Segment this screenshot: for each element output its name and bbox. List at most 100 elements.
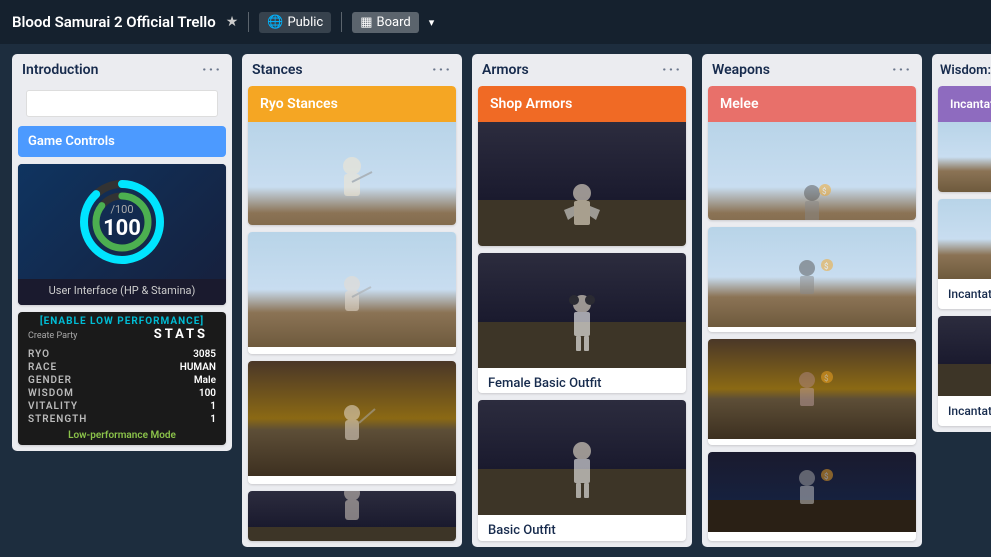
ui-visual: /100 100 xyxy=(18,164,226,279)
card-basic-outfit[interactable]: Basic Outfit xyxy=(478,400,686,541)
card-incantation-ko[interactable]: Incantation: Ko... xyxy=(938,316,991,426)
card-incantations[interactable]: Incantation`s: xyxy=(938,86,991,192)
ryo-stances-image xyxy=(248,122,456,225)
column-title-wisdom: Wisdom: Cast & P... xyxy=(940,63,991,78)
board-dropdown-icon[interactable]: ▾ xyxy=(429,16,435,29)
female-outfit-image xyxy=(478,253,686,368)
spear-label: Spear xyxy=(708,327,916,332)
stance-partial-image xyxy=(248,491,456,541)
column-title-weapons: Weapons xyxy=(712,62,770,78)
melee-label: Melee xyxy=(708,86,916,122)
stats-enable-label: [ENABLE LOW PERFORMANCE] xyxy=(18,312,226,327)
card-melee[interactable]: Melee $ xyxy=(708,86,916,220)
column-cards-wisdom: Incantation`s: Incantation: Ch... Incant… xyxy=(932,86,991,432)
dual-katana-label: Dual Katana xyxy=(708,532,916,541)
column-cards-weapons: Melee $ xyxy=(702,86,922,547)
incantation-ko-label: Incantation: Ko... xyxy=(938,396,991,426)
basic-outfit-image xyxy=(478,400,686,515)
column-introduction: Introduction ··· Game Controls xyxy=(12,54,232,451)
column-title-introduction: Introduction xyxy=(22,62,98,78)
svg-text:$: $ xyxy=(824,262,829,271)
hp-stamina-circle: /100 100 xyxy=(77,177,167,267)
column-title-armors: Armors xyxy=(482,62,529,78)
column-header-stances: Stances ··· xyxy=(242,54,462,86)
board-icon: ▦ xyxy=(360,15,372,30)
board-view-button[interactable]: ▦ Board xyxy=(352,12,419,33)
melee-image: $ xyxy=(708,122,916,220)
incantation-ko-image xyxy=(938,316,991,396)
column-menu-stances[interactable]: ··· xyxy=(432,62,452,78)
stats-title-label: STATS xyxy=(146,327,216,346)
svg-text:$: $ xyxy=(824,374,829,383)
column-menu-introduction[interactable]: ··· xyxy=(202,62,222,78)
card-game-controls[interactable]: Game Controls xyxy=(18,126,226,157)
header-separator xyxy=(248,12,249,32)
stats-row-ryo: RYO 3085 xyxy=(18,348,226,361)
create-party-label: Create Party xyxy=(28,331,77,341)
card-offensive-stance[interactable]: Offensive xyxy=(248,361,456,483)
stats-row-gender: GENDER Male xyxy=(18,374,226,387)
default-stance-image xyxy=(248,232,456,347)
stats-row-strength: STRENGTH 1 xyxy=(18,413,226,426)
header-separator-2 xyxy=(341,12,342,32)
column-menu-weapons[interactable]: ··· xyxy=(892,62,912,78)
card-dual-katana[interactable]: $ Dual Katana xyxy=(708,452,916,541)
ryo-stances-label: Ryo Stances xyxy=(248,86,456,122)
default-stance-label: Default xyxy=(248,347,456,354)
board-title: Blood Samurai 2 Official Trello xyxy=(12,13,216,31)
card-dual-daggers[interactable]: $ Dual Daggers xyxy=(708,339,916,444)
basic-outfit-label: Basic Outfit xyxy=(478,515,686,541)
incantation-ch-image xyxy=(938,199,991,279)
visibility-label: Public xyxy=(287,15,323,30)
column-cards-stances: Ryo Stances D xyxy=(242,86,462,547)
board-label: Board xyxy=(377,15,411,30)
card-shop-armors[interactable]: Shop Armors xyxy=(478,86,686,246)
globe-icon: 🌐 xyxy=(267,15,283,30)
column-header-armors: Armors ··· xyxy=(472,54,692,86)
card-spear[interactable]: $ Spear xyxy=(708,227,916,332)
column-header-introduction: Introduction ··· xyxy=(12,54,232,86)
column-weapons: Weapons ··· Melee $ xyxy=(702,54,922,547)
visibility-button[interactable]: 🌐 Public xyxy=(259,12,331,33)
circle-numbers: /100 100 xyxy=(103,203,141,241)
card-default-stance[interactable]: Default xyxy=(248,232,456,354)
column-wisdom: Wisdom: Cast & P... ··· Incantation`s: I… xyxy=(932,54,991,432)
board: Introduction ··· Game Controls xyxy=(0,44,991,557)
dual-daggers-image: $ xyxy=(708,339,916,439)
card-ryo-stances[interactable]: Ryo Stances xyxy=(248,86,456,225)
ui-card-label: User Interface (HP & Stamina) xyxy=(18,279,226,305)
spear-image: $ xyxy=(708,227,916,327)
stats-footer: Low-performance Mode xyxy=(18,426,226,445)
card-incantation-ch[interactable]: Incantation: Ch... xyxy=(938,199,991,309)
incantations-image xyxy=(938,122,991,192)
column-stances: Stances ··· Ryo Stances xyxy=(242,54,462,547)
offensive-stance-label: Offensive xyxy=(248,476,456,483)
stats-row-wisdom: WISDOM 100 xyxy=(18,387,226,400)
dual-daggers-label: Dual Daggers xyxy=(708,439,916,444)
column-menu-armors[interactable]: ··· xyxy=(662,62,682,78)
shop-armors-image xyxy=(478,122,686,246)
dual-katana-image: $ xyxy=(708,452,916,532)
svg-text:$: $ xyxy=(822,187,827,196)
female-outfit-label: Female Basic Outfit xyxy=(478,368,686,394)
card-ui-hpstamina[interactable]: /100 100 User Interface (HP & Stamina) xyxy=(18,164,226,305)
column-title-stances: Stances xyxy=(252,62,303,78)
incantation-ch-label: Incantation: Ch... xyxy=(938,279,991,309)
header: Blood Samurai 2 Official Trello ★ 🌐 Publ… xyxy=(0,0,991,44)
card-female-basic-outfit[interactable]: Female Basic Outfit xyxy=(478,253,686,394)
column-armors: Armors ··· Shop Armors xyxy=(472,54,692,547)
shop-armors-label: Shop Armors xyxy=(478,86,686,122)
star-icon[interactable]: ★ xyxy=(226,14,239,30)
column-header-weapons: Weapons ··· xyxy=(702,54,922,86)
offensive-stance-image xyxy=(248,361,456,476)
incantations-label: Incantation`s: xyxy=(938,86,991,122)
column-cards-introduction: Game Controls xyxy=(12,86,232,451)
stats-row-vitality: VITALITY 1 xyxy=(18,400,226,413)
svg-text:$: $ xyxy=(824,472,829,481)
column-cards-armors: Shop Armors xyxy=(472,86,692,547)
column-header-wisdom: Wisdom: Cast & P... ··· xyxy=(932,54,991,86)
search-input[interactable] xyxy=(26,90,218,117)
card-stats[interactable]: [ENABLE LOW PERFORMANCE] Create Party ST… xyxy=(18,312,226,445)
card-stance-partial[interactable] xyxy=(248,491,456,541)
stats-row-race: RACE HUMAN xyxy=(18,361,226,374)
